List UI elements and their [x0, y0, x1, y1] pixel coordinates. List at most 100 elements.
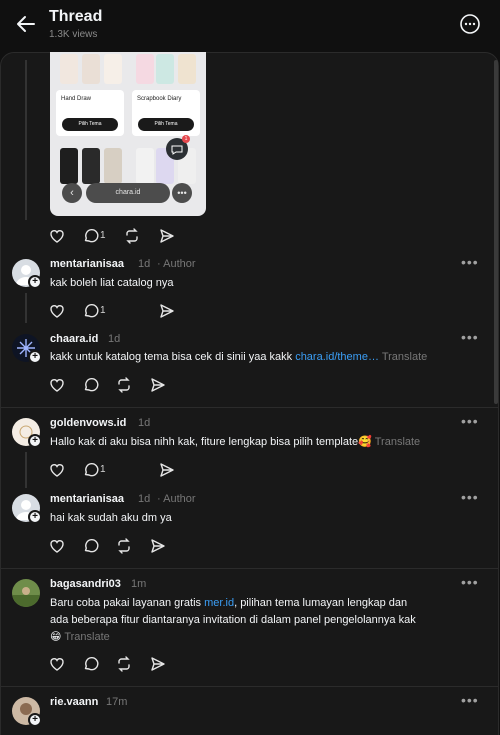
- comment-time: 1m: [131, 578, 147, 590]
- divider: [0, 686, 499, 687]
- comment-more-icon[interactable]: •••: [461, 692, 479, 708]
- comment-username[interactable]: mentarianisaa: [50, 493, 124, 505]
- comment-username[interactable]: bagasandri03: [50, 578, 121, 590]
- thread-line: [25, 452, 27, 488]
- theme-thumbnail: [60, 54, 78, 84]
- choose-theme-button[interactable]: Pilih Tema: [138, 118, 194, 131]
- thread-line: [25, 293, 27, 323]
- reply-icon[interactable]: [82, 461, 100, 479]
- thread-line: [25, 60, 27, 220]
- notification-badge: 1: [182, 135, 190, 143]
- comment-link[interactable]: mer.id: [204, 597, 234, 609]
- follow-plus-icon[interactable]: +: [28, 350, 42, 364]
- comment-username[interactable]: rie.vaann: [50, 696, 98, 708]
- theme-card: Scrapbook Diary Pilih Tema: [132, 90, 200, 136]
- like-icon[interactable]: [48, 376, 66, 394]
- comment-text-part: 😁: [50, 631, 62, 643]
- reply-icon[interactable]: [82, 655, 100, 673]
- comment-text: kak boleh liat catalog nya: [50, 277, 174, 289]
- comment-more-icon[interactable]: •••: [461, 254, 479, 270]
- comment-actions: [48, 376, 188, 396]
- theme-card-title: Hand Draw: [61, 96, 92, 102]
- like-icon[interactable]: [48, 461, 66, 479]
- avatar[interactable]: [12, 579, 40, 607]
- follow-plus-icon[interactable]: +: [28, 713, 42, 727]
- divider: [0, 407, 499, 408]
- reply-count: 1: [100, 305, 106, 316]
- comment-actions: [48, 537, 188, 557]
- divider: [0, 568, 499, 569]
- like-icon[interactable]: [48, 302, 66, 320]
- comment-text-part: Hallo kak di aku bisa nihh kak, fiture l…: [50, 436, 372, 448]
- browser-more-button[interactable]: •••: [172, 183, 192, 203]
- share-icon[interactable]: [158, 227, 176, 245]
- share-icon[interactable]: [149, 537, 167, 555]
- comment-username[interactable]: chaara.id: [50, 333, 98, 345]
- theme-card-title: Scrapbook Diary: [137, 96, 182, 102]
- comment-text-part: kakk untuk katalog tema bisa cek di sini…: [50, 351, 296, 363]
- back-arrow-icon[interactable]: [14, 12, 38, 36]
- view-count: 1.3K views: [49, 29, 98, 40]
- choose-theme-button[interactable]: Pilih Tema: [62, 118, 118, 131]
- reply-icon[interactable]: [82, 302, 100, 320]
- comment-more-icon[interactable]: •••: [461, 574, 479, 590]
- follow-plus-icon[interactable]: +: [28, 434, 42, 448]
- comment-text: kakk untuk katalog tema bisa cek di sini…: [50, 349, 490, 366]
- comment-time: 17m: [106, 696, 128, 708]
- comment-more-icon[interactable]: •••: [461, 329, 479, 345]
- reply-icon[interactable]: [82, 376, 100, 394]
- translate-link[interactable]: Translate: [375, 436, 420, 448]
- theme-thumbnail: [136, 54, 154, 84]
- scrollbar[interactable]: [494, 60, 498, 404]
- post-actions: 1: [48, 227, 188, 247]
- comment-line: 😁 Translate: [50, 629, 480, 646]
- comment-username[interactable]: goldenvows.id: [50, 417, 126, 429]
- comment-time: 1d: [138, 258, 151, 270]
- comment-time: 1d: [138, 493, 151, 505]
- comment-text-part: Baru coba pakai layanan gratis: [50, 597, 205, 609]
- reply-count: 1: [100, 464, 106, 475]
- theme-thumbnail: [178, 54, 196, 84]
- reply-icon[interactable]: [82, 537, 100, 555]
- repost-icon[interactable]: [115, 655, 133, 673]
- repost-icon[interactable]: [123, 227, 141, 245]
- like-icon[interactable]: [48, 537, 66, 555]
- comment-more-icon[interactable]: •••: [461, 489, 479, 505]
- repost-icon[interactable]: [115, 376, 133, 394]
- comment-actions: 1: [48, 302, 188, 322]
- share-icon[interactable]: [158, 461, 176, 479]
- page-title: Thread: [49, 8, 103, 25]
- translate-link[interactable]: Translate: [64, 631, 109, 643]
- author-tag: · Author: [157, 493, 196, 505]
- follow-plus-icon[interactable]: +: [28, 275, 42, 289]
- reply-icon[interactable]: [82, 227, 100, 245]
- comment-username[interactable]: mentarianisaa: [50, 258, 124, 270]
- translate-link[interactable]: Translate: [382, 351, 427, 363]
- theme-thumbnail: [82, 148, 100, 184]
- top-bar: Thread 1.3K views: [0, 0, 500, 52]
- comment-actions: 1: [48, 461, 188, 481]
- comment-more-icon[interactable]: •••: [461, 413, 479, 429]
- comment-text: Hallo kak di aku bisa nihh kak, fiture l…: [50, 434, 490, 451]
- theme-thumbnail: [136, 148, 154, 184]
- share-icon[interactable]: [149, 376, 167, 394]
- comment-actions: [48, 655, 188, 675]
- comment-text: Baru coba pakai layanan gratis mer.id, p…: [50, 595, 480, 646]
- share-icon[interactable]: [149, 655, 167, 673]
- comment-text: hai kak sudah aku dm ya: [50, 512, 172, 524]
- comment-line: Baru coba pakai layanan gratis mer.id, p…: [50, 595, 480, 612]
- url-bar: chara.id: [86, 183, 170, 203]
- theme-thumbnail: [104, 148, 122, 184]
- more-options-icon[interactable]: [459, 13, 481, 35]
- repost-icon[interactable]: [115, 537, 133, 555]
- like-icon[interactable]: [48, 227, 66, 245]
- comment-time: 1d: [108, 333, 121, 345]
- comment-link[interactable]: chara.id/theme…: [295, 351, 379, 363]
- reply-count: 1: [100, 230, 106, 241]
- follow-plus-icon[interactable]: +: [28, 510, 42, 524]
- share-icon[interactable]: [158, 302, 176, 320]
- like-icon[interactable]: [48, 655, 66, 673]
- theme-thumbnail: [82, 54, 100, 84]
- browser-back-button[interactable]: ‹: [62, 183, 82, 203]
- author-tag: · Author: [157, 258, 196, 270]
